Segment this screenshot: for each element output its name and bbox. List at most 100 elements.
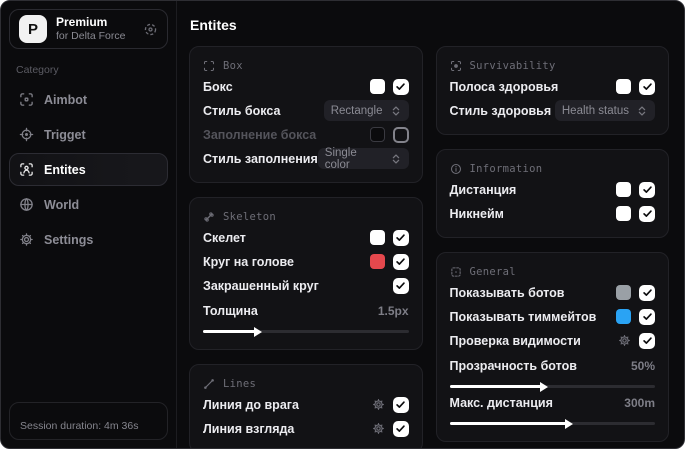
slider-value: 50% bbox=[630, 358, 655, 373]
brand-title: Premium bbox=[56, 15, 108, 29]
setting-label: Стиль здоровья bbox=[449, 103, 552, 118]
setting-row: Показывать ботов bbox=[450, 281, 655, 304]
setting-row: Дистанция bbox=[449, 178, 655, 201]
sidebar-item-label: Trigget bbox=[44, 127, 86, 142]
setting-row: Скелет bbox=[203, 226, 409, 249]
check-icon bbox=[642, 184, 653, 195]
slider-header: Макс. дистанция 300m bbox=[450, 392, 656, 413]
slider-thumb[interactable] bbox=[539, 381, 548, 392]
checkbox[interactable] bbox=[392, 396, 409, 413]
row-controls bbox=[369, 126, 409, 143]
line-icon bbox=[203, 378, 215, 390]
color-swatch[interactable] bbox=[616, 285, 631, 300]
row-controls: Single color bbox=[317, 147, 409, 171]
checkbox[interactable] bbox=[392, 420, 409, 437]
checkbox[interactable] bbox=[639, 205, 655, 222]
setting-row: Линия взгляда bbox=[203, 417, 409, 440]
slider-thumb[interactable] bbox=[254, 326, 263, 337]
row-controls bbox=[616, 78, 655, 95]
checkbox[interactable] bbox=[392, 277, 409, 294]
slider-thumb[interactable] bbox=[564, 418, 573, 429]
check-icon bbox=[395, 256, 406, 267]
setting-row: Бокс bbox=[203, 75, 409, 98]
check-icon bbox=[395, 423, 406, 434]
row-controls bbox=[616, 308, 655, 325]
sidebar-item-entites[interactable]: Entites bbox=[9, 153, 168, 187]
card-title: Skeleton bbox=[223, 211, 276, 223]
row-controls bbox=[369, 78, 409, 95]
checkbox[interactable] bbox=[392, 253, 409, 270]
setting-label: Прозрачность ботов bbox=[449, 358, 577, 373]
page-title: Entites bbox=[190, 17, 237, 33]
slider-header: Толщина 1.5px bbox=[203, 300, 409, 321]
slider-row: Прозрачность ботов 50% bbox=[449, 355, 655, 392]
dropdown-select[interactable]: Health status bbox=[554, 100, 655, 121]
slider-value: 1.5px bbox=[377, 303, 409, 318]
checkbox[interactable] bbox=[639, 78, 655, 95]
color-swatch[interactable] bbox=[616, 309, 631, 324]
settings-icon[interactable] bbox=[372, 398, 385, 411]
card-general: General Показывать ботов Показывать тиммей… bbox=[435, 252, 669, 442]
checkbox[interactable] bbox=[639, 181, 655, 198]
color-swatch[interactable] bbox=[369, 254, 385, 269]
category-label: Category bbox=[16, 64, 59, 77]
setting-row: Заполнение бокса bbox=[203, 123, 409, 146]
checkbox[interactable] bbox=[392, 229, 409, 246]
gear-icon bbox=[19, 232, 34, 247]
dropdown-select[interactable]: Single color bbox=[317, 147, 409, 171]
card-title: Survivability bbox=[469, 60, 556, 72]
sidebar-item-aimbot[interactable]: Aimbot bbox=[9, 83, 168, 116]
color-swatch[interactable] bbox=[369, 230, 385, 245]
sidebar-item-settings[interactable]: Settings bbox=[9, 223, 168, 256]
checkbox[interactable] bbox=[639, 332, 655, 349]
slider-row: Толщина 1.5px bbox=[203, 300, 409, 337]
checkbox[interactable] bbox=[392, 78, 409, 95]
card-header: Box bbox=[203, 56, 409, 75]
app-window: P Premium for Delta Force Category Aimbo… bbox=[0, 0, 685, 449]
setting-label: Закрашенный круг bbox=[203, 278, 319, 293]
color-swatch[interactable] bbox=[369, 79, 385, 94]
slider-track[interactable] bbox=[449, 418, 655, 429]
check-icon bbox=[395, 81, 406, 92]
setting-label: Никнейм bbox=[449, 206, 504, 221]
color-swatch[interactable] bbox=[616, 206, 631, 221]
setting-row: Полоса здоровья bbox=[450, 75, 655, 98]
sidebar-item-world[interactable]: World bbox=[9, 188, 168, 221]
dropdown-value: Rectangle bbox=[330, 104, 383, 117]
card-columns: Box Бокс Стиль бокса Rectangle Заполнение бо… bbox=[189, 46, 669, 448]
color-swatch[interactable] bbox=[616, 182, 631, 197]
row-controls bbox=[369, 253, 409, 270]
column-1: Box Бокс Стиль бокса Rectangle Заполнение бо… bbox=[189, 46, 423, 448]
unfold-icon bbox=[390, 105, 402, 117]
card-title: Information bbox=[469, 163, 543, 175]
settings-icon[interactable] bbox=[372, 422, 385, 435]
card-box: Box Бокс Стиль бокса Rectangle Заполнение бо… bbox=[189, 46, 423, 183]
check-icon bbox=[642, 335, 653, 346]
color-swatch[interactable] bbox=[369, 127, 385, 142]
row-controls bbox=[618, 332, 655, 349]
sidebar-item-label: World bbox=[44, 197, 80, 212]
color-swatch[interactable] bbox=[616, 79, 631, 94]
setting-row: Проверка видимости bbox=[450, 329, 655, 352]
globe-icon bbox=[19, 197, 34, 212]
brand-text: Premium for Delta Force bbox=[56, 15, 134, 43]
checkbox[interactable] bbox=[639, 284, 655, 301]
sidebar-item-label: Entites bbox=[44, 162, 86, 177]
brand-subtitle: for Delta Force bbox=[56, 30, 126, 42]
card-header: Lines bbox=[203, 374, 409, 393]
setting-label: Бокс bbox=[203, 79, 233, 94]
session-duration-label: Session duration: 4m 36s bbox=[20, 420, 139, 432]
setting-label: Дистанция bbox=[449, 182, 517, 197]
row-controls bbox=[372, 396, 409, 413]
slider-track[interactable] bbox=[449, 381, 655, 392]
card-survivability: Survivability Полоса здоровья Стиль здоров… bbox=[435, 46, 669, 135]
info-icon bbox=[450, 163, 462, 175]
sync-icon[interactable] bbox=[143, 22, 158, 37]
dropdown-select[interactable]: Rectangle bbox=[323, 100, 409, 121]
sidebar-item-trigget[interactable]: Trigget bbox=[9, 118, 168, 151]
checkbox[interactable] bbox=[392, 126, 409, 143]
checkbox[interactable] bbox=[639, 308, 655, 325]
settings-icon[interactable] bbox=[618, 334, 631, 347]
slider-track[interactable] bbox=[203, 326, 409, 337]
card-header: Skeleton bbox=[203, 207, 409, 226]
